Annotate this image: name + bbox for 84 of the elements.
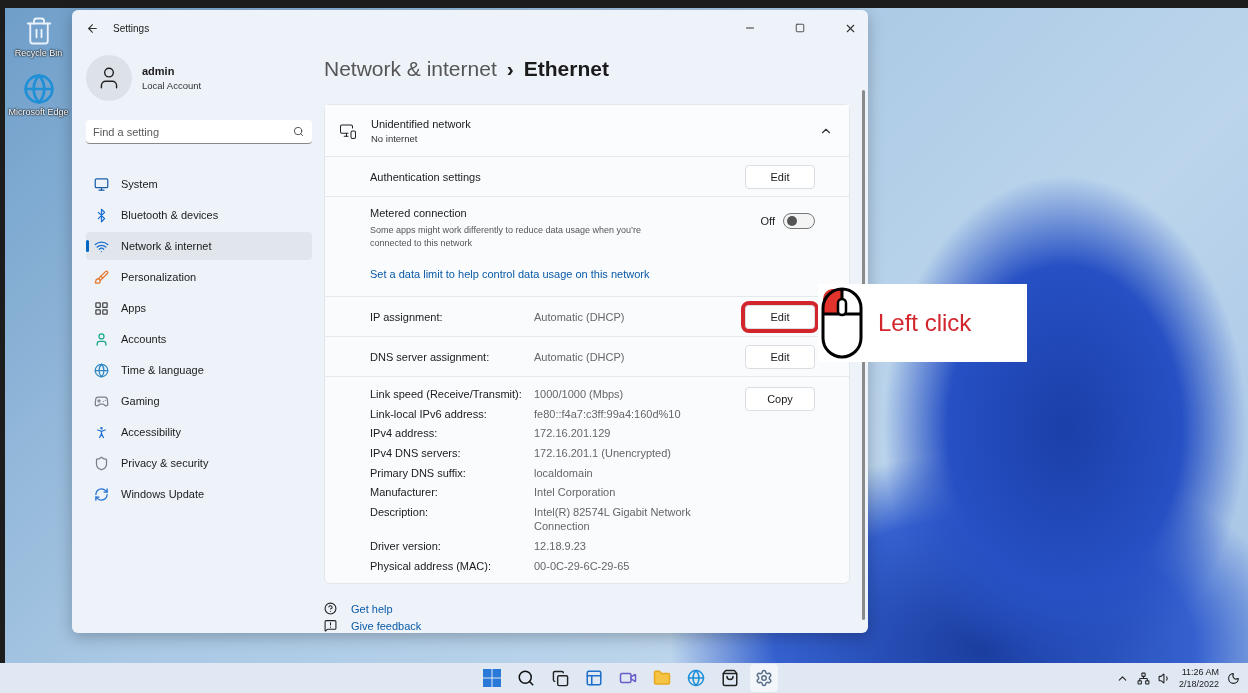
setting-label: Metered connection bbox=[370, 207, 468, 219]
property-value: localdomain bbox=[534, 465, 594, 481]
settings-icon bbox=[755, 669, 773, 687]
property-label: Primary DNS suffix: bbox=[370, 465, 467, 481]
search-icon bbox=[517, 669, 535, 687]
help-link[interactable]: Give feedback bbox=[351, 620, 422, 633]
property-label: Link speed (Receive/Transmit): bbox=[370, 387, 523, 402]
property-value: 1000/1000 (Mbps) bbox=[534, 387, 625, 402]
network-header[interactable]: Unidentified network No internet bbox=[325, 105, 849, 157]
data-limit-link[interactable]: Set a data limit to help control data usage on this network bbox=[370, 268, 815, 280]
accessibility-icon bbox=[94, 424, 109, 440]
property-value: 00-0C-29-6C-29-65 bbox=[534, 558, 631, 574]
maximize-icon bbox=[795, 23, 805, 33]
property-value: fe80::f4a7:c3ff:99a4:160d%10 bbox=[534, 406, 682, 421]
property-label: Link-local IPv6 address: bbox=[370, 406, 488, 421]
search-field[interactable]: Find a setting bbox=[86, 120, 312, 144]
globe-icon bbox=[687, 669, 705, 687]
breadcrumb-separator: › bbox=[506, 57, 514, 81]
apps-icon bbox=[94, 300, 109, 316]
help-icon bbox=[324, 602, 337, 616]
property-value: 172.16.201.129 bbox=[534, 426, 612, 441]
sidebar-item[interactable]: Gaming bbox=[86, 387, 312, 415]
search-icon bbox=[293, 126, 304, 137]
refresh-icon bbox=[94, 486, 109, 502]
sidebar-item[interactable]: Apps bbox=[86, 294, 312, 322]
property-value: Intel(R) 82574L Gigabit Network Connection bbox=[534, 505, 692, 534]
feedback-icon bbox=[324, 619, 337, 633]
panels-icon bbox=[585, 669, 603, 687]
property-value: 12.18.9.23 bbox=[534, 539, 587, 554]
page-title: Ethernet bbox=[523, 57, 609, 81]
callout-text: Left click bbox=[878, 309, 972, 337]
breadcrumb-parent[interactable]: Network & internet bbox=[324, 57, 497, 81]
speaker-icon[interactable] bbox=[1157, 671, 1171, 685]
sidebar-item[interactable]: System bbox=[86, 170, 312, 198]
property-value: 172.16.201.1 (Unencrypted) bbox=[534, 446, 672, 461]
property-label: IPv4 address: bbox=[370, 426, 439, 441]
gamepad-icon bbox=[94, 393, 109, 409]
edit-button[interactable]: Edit bbox=[745, 344, 815, 369]
edit-button[interactable]: Edit bbox=[745, 164, 815, 189]
sidebar-item[interactable]: Time & language bbox=[86, 356, 312, 384]
window-title: Settings bbox=[113, 22, 151, 34]
settings-button[interactable] bbox=[750, 664, 778, 692]
windows-logo-icon bbox=[483, 669, 501, 687]
account-type: Local Account bbox=[142, 80, 202, 91]
shield-icon bbox=[94, 455, 109, 471]
toggle-switch[interactable] bbox=[783, 213, 815, 229]
person-icon bbox=[94, 331, 109, 347]
sidebar-item[interactable]: Network & internet bbox=[86, 232, 312, 260]
setting-value: Automatic (DHCP) bbox=[534, 310, 626, 323]
property-label: Manufacturer: bbox=[370, 485, 439, 500]
brush-icon bbox=[94, 269, 109, 285]
shopping-bag-icon bbox=[721, 669, 739, 687]
copy-button[interactable]: Copy bbox=[745, 387, 815, 411]
folder-icon bbox=[653, 669, 671, 687]
property-label: Description: bbox=[370, 505, 430, 521]
sidebar-item[interactable]: Privacy & security bbox=[86, 449, 312, 477]
stacked-squares-icon bbox=[551, 669, 569, 687]
property-value: Intel Corporation bbox=[534, 485, 617, 500]
network-status: No internet bbox=[371, 132, 419, 144]
network-name: Unidentified network bbox=[371, 117, 472, 130]
setting-description: Some apps might work differently to reduce data usage when you’re connected to this network bbox=[370, 224, 642, 251]
network-computer-icon bbox=[339, 121, 357, 140]
setting-label: DNS server assignment: bbox=[370, 350, 491, 363]
sidebar-item[interactable]: Windows Update bbox=[86, 480, 312, 508]
monitor-icon bbox=[94, 176, 109, 192]
property-label: IPv4 DNS servers: bbox=[370, 446, 462, 461]
globe-icon bbox=[94, 362, 109, 378]
network-icon[interactable] bbox=[1136, 671, 1150, 685]
sidebar-item[interactable]: Accessibility bbox=[86, 418, 312, 446]
setting-value: Automatic (DHCP) bbox=[534, 350, 626, 363]
user-name: admin bbox=[142, 65, 176, 77]
help-link[interactable]: Get help bbox=[351, 603, 393, 616]
moon-icon[interactable] bbox=[1227, 671, 1240, 685]
back-icon[interactable] bbox=[86, 21, 99, 35]
toggle-state-label: Off bbox=[760, 215, 775, 227]
sidebar-item[interactable]: Bluetooth & devices bbox=[86, 201, 312, 229]
property-label: Physical address (MAC): bbox=[370, 558, 493, 574]
property-label: Driver version: bbox=[370, 539, 442, 554]
setting-label: IP assignment: bbox=[370, 310, 444, 323]
sidebar-item[interactable]: Personalization bbox=[86, 263, 312, 291]
wifi-icon bbox=[94, 238, 109, 254]
sidebar-item[interactable]: Accounts bbox=[86, 325, 312, 353]
clock[interactable]: 11:26 AM 2/18/2022 bbox=[1178, 665, 1219, 691]
setting-label: Authentication settings bbox=[370, 170, 482, 183]
